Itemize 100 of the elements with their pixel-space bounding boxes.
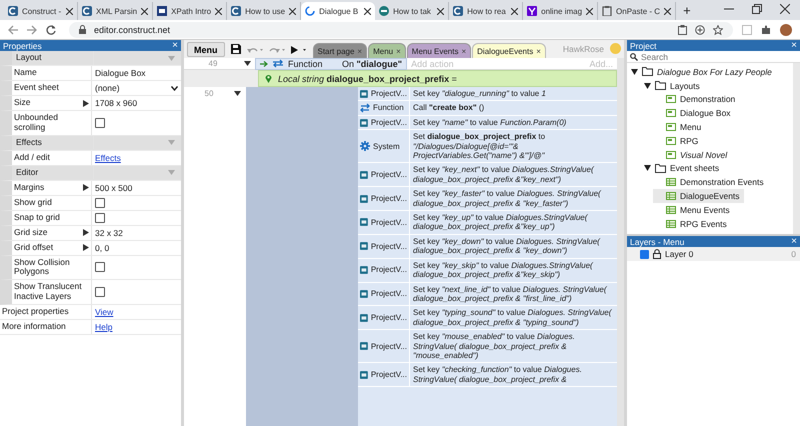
action-row[interactable]: ProjectV... Set key "key_down" to value Dialogues. StringValue( dialogue_box_project_prefix & "key_down") <box>358 234 617 259</box>
property-label: Add / edit <box>12 150 92 165</box>
action-row[interactable]: ProjectV... Set key "mouse_enabled" to value Dialogues. StringValue( dialogue_box_project_prefix & "mouse_enabled") <box>358 330 617 364</box>
checkbox[interactable] <box>95 286 105 297</box>
action-text: Set key "name" to value Function.Param(0) <box>412 116 568 129</box>
expand-triangle-icon <box>83 100 89 106</box>
object-name: ProjectV... <box>370 242 407 251</box>
tree-item[interactable]: Demonstration <box>653 92 740 106</box>
condition-row[interactable]: Function On "dialogue" <box>255 58 408 70</box>
close-button[interactable]: × <box>791 40 797 51</box>
dropdown-field[interactable]: (none) <box>95 83 178 93</box>
forward-arrow-icon <box>27 24 37 34</box>
object-name: ProjectV... <box>370 218 407 228</box>
search-field[interactable]: Search <box>641 51 791 62</box>
tree-item[interactable]: Event sheets <box>640 162 724 176</box>
layout-icon <box>666 123 676 132</box>
layer-name[interactable]: Layer 0 <box>665 249 694 259</box>
link[interactable]: Effects <box>95 152 121 163</box>
action-row[interactable]: ProjectV... Set key "key_skip" to value Dialogues.StringValue( dialogue_box_project_prefix &"key_skip") <box>358 258 617 282</box>
folder-icon <box>655 164 666 173</box>
action-row[interactable]: System Set dialogue_box_project_prefix to "/Dialogues/Dialogue[@id='"& ProjectVariables.Get("name") &"']/@" <box>358 130 617 164</box>
property-label: Name <box>12 66 92 80</box>
editor-tab[interactable]: DialogueEvents × <box>472 43 546 58</box>
document-icon <box>157 6 168 16</box>
tree-item[interactable]: Menu <box>653 120 706 134</box>
action-row[interactable]: ProjectV... Set key "name" to value Function.Param(0) <box>358 116 617 130</box>
scrollbar[interactable] <box>793 63 800 234</box>
variable-declaration: Local string dialogue_box_project_prefix = <box>278 74 457 84</box>
tree-item[interactable]: Menu Events <box>653 202 734 217</box>
collapse-arrow-icon <box>168 170 175 176</box>
close-button[interactable]: × <box>791 236 797 247</box>
close-icon <box>66 8 73 14</box>
action-row[interactable]: ProjectV... Set key "key_next" to value Dialogues.StringValue( dialogue_box_project_prefix &"key_next") <box>358 163 617 188</box>
save-icon <box>230 44 240 54</box>
collapse-arrow-icon <box>168 140 175 146</box>
property-value: 32 x 32 <box>95 228 123 238</box>
construct-logo-icon <box>453 6 464 16</box>
tree-item[interactable]: Demonstration Events <box>653 175 768 190</box>
close-icon <box>289 8 296 14</box>
variables-object-icon <box>360 170 368 180</box>
editor-tab[interactable]: Menu Events × <box>406 43 472 58</box>
condition-text: On "dialogue" <box>342 58 402 68</box>
expanded-triangle-icon[interactable] <box>631 68 638 75</box>
object-name: ProjectV... <box>370 370 407 380</box>
tree-item[interactable]: Layouts <box>640 78 704 93</box>
tree-item[interactable]: Dialogue Box <box>653 106 735 120</box>
undo-icon <box>246 46 262 54</box>
expanded-triangle-icon[interactable] <box>644 165 651 172</box>
address-field[interactable]: editor.construct.net <box>69 22 733 38</box>
menu-button[interactable]: Menu <box>187 42 224 57</box>
close-button[interactable]: × <box>536 46 541 56</box>
close-button[interactable]: × <box>396 46 401 56</box>
action-row[interactable]: ProjectV... Set key "next_line_id" to value Dialogues. StringValue( dialogue_box_project_prefix & "first_line_id") <box>358 282 617 306</box>
action-row[interactable]: ProjectV... Set key "key_faster" to value Dialogues. StringValue( dialogue_box_project_prefix & "key_faster") <box>358 187 617 212</box>
action-row[interactable]: ProjectV... Set key "key_up" to value Dialogues.StringValue( dialogue_box_project_prefix &"key_up") <box>358 211 617 235</box>
tree-item[interactable]: RPG Events <box>653 216 731 231</box>
event-sheet-icon <box>666 206 676 214</box>
tree-item[interactable]: Dialogue Box For Lazy People <box>627 65 776 79</box>
panel-header: Project × <box>627 40 800 51</box>
close-button[interactable]: × <box>461 46 466 56</box>
property-label: Show Translucent Inactive Layers <box>12 280 92 304</box>
folder-icon <box>642 67 653 76</box>
local-variable-row[interactable]: Local string dialogue_box_project_prefix = <box>258 70 617 87</box>
checkbox[interactable] <box>95 262 105 272</box>
action-row[interactable]: ProjectV... Set key "typing_sound" to value Dialogues. StringValue( dialogue_box_project_prefix & "typing_sound") <box>358 306 617 330</box>
action-text: Set key "mouse_enabled" to value Dialogues. StringValue( dialogue_box_project_prefix & "mouse_enabled") <box>412 331 576 362</box>
object-name: System <box>373 142 400 152</box>
function-arrows-icon <box>360 103 370 114</box>
checkbox[interactable] <box>640 250 649 258</box>
scrollbar[interactable] <box>617 58 624 426</box>
property-value: 0, 0 <box>95 242 110 253</box>
browser-tab[interactable]: Dialogue B <box>301 2 376 20</box>
expand-triangle-icon <box>83 184 89 192</box>
restore-icon <box>752 4 762 14</box>
action-text: Set key "dialogue_running" to value 1 <box>412 88 547 100</box>
padlock-icon <box>653 249 661 259</box>
expanded-triangle-icon[interactable] <box>644 82 651 89</box>
object-name: ProjectV... <box>370 170 407 180</box>
link[interactable]: View <box>95 306 114 317</box>
action-row[interactable]: ProjectV... Set key "checking_function" to value Dialogues. StringValue( dialogue_box_project_prefix & <box>358 363 617 388</box>
close-button[interactable]: × <box>172 40 178 51</box>
plus-circle-icon <box>695 24 705 34</box>
lock-icon <box>79 25 86 34</box>
new-tab-button[interactable]: + <box>676 2 698 20</box>
close-icon <box>664 8 672 14</box>
tree-item[interactable]: Visual Novel <box>653 148 732 162</box>
close-icon <box>141 8 148 14</box>
link[interactable]: Help <box>95 322 112 332</box>
action-row[interactable]: Function Call "create box" () <box>358 101 617 116</box>
editor-tab[interactable]: Menu × <box>368 43 406 58</box>
close-icon <box>215 8 222 14</box>
variables-object-icon <box>360 341 368 352</box>
tree-item[interactable]: DialogueEvents <box>653 189 744 203</box>
checkbox[interactable] <box>95 118 105 128</box>
checkbox[interactable] <box>95 198 105 208</box>
object-name: ProjectV... <box>370 89 407 98</box>
checkbox[interactable] <box>95 212 105 223</box>
action-row[interactable]: ProjectV... Set key "dialogue_running" to value 1 <box>358 87 617 102</box>
editor-tab[interactable]: Start page × <box>312 43 368 58</box>
tree-item[interactable]: RPG <box>653 134 702 148</box>
